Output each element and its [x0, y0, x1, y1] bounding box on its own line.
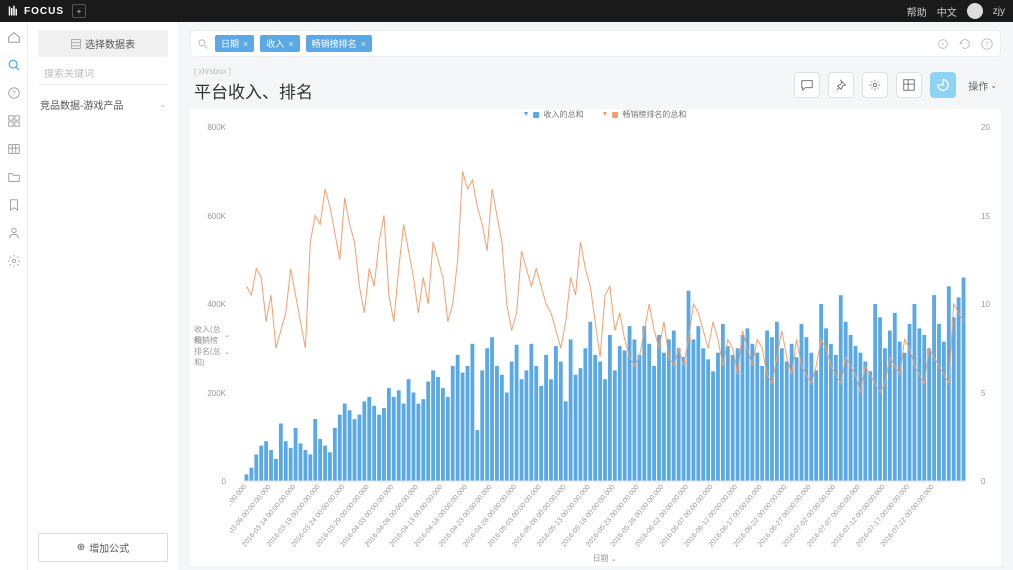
help-circle-icon[interactable]: ? — [980, 37, 994, 51]
chevron-down-icon: ⌄ — [990, 81, 997, 90]
y2-axis-label[interactable]: 畅销榜排名(总和) ⌄ — [194, 335, 230, 368]
chart-view-button[interactable] — [930, 72, 956, 98]
home-icon[interactable] — [7, 30, 21, 44]
chart-legend: ▼收入的总和 ▼畅销榜排名的总和 — [523, 109, 687, 120]
close-icon[interactable]: × — [361, 39, 366, 49]
select-datatable-button[interactable]: 选择数据表 — [38, 30, 168, 57]
nav-rail: ? — [0, 22, 28, 570]
y2-tick: 10 — [981, 300, 990, 309]
query-tag-revenue[interactable]: 收入× — [260, 35, 299, 52]
add-tab-icon[interactable]: + — [72, 4, 86, 18]
sidebar-search-input[interactable] — [44, 69, 176, 80]
help-link[interactable]: 帮助 — [907, 4, 927, 19]
close-icon[interactable]: × — [288, 39, 293, 49]
y1-tick: 800K — [207, 123, 226, 132]
brand-text: FOCUS — [24, 6, 64, 17]
svg-text:2016-07-22 00:00:00.000: 2016-07-22 00:00:00.000 — [880, 484, 936, 549]
dashboard-icon[interactable] — [7, 114, 21, 128]
query-bar: 日期× 收入× 畅销榜排名× ? — [190, 30, 1001, 57]
refresh-icon[interactable] — [958, 37, 972, 51]
add-formula-button[interactable]: ⊕ 增加公式 — [38, 533, 168, 562]
chart-svg: 2016-03-04 00:00:00.0002016-03-09 00:00:… — [230, 123, 970, 561]
folder-icon[interactable] — [7, 170, 21, 184]
target-icon[interactable] — [936, 37, 950, 51]
svg-text:?: ? — [12, 91, 16, 98]
avatar[interactable] — [967, 3, 983, 19]
main-content: 日期× 收入× 畅销榜排名× ? [ xhrsbox ] 平台收入、排名 操作⌄ — [178, 22, 1013, 570]
lang-link[interactable]: 中文 — [937, 4, 957, 19]
plot-area: ▼收入的总和 ▼畅销榜排名的总和 2016-03-04 00:00:00.000… — [230, 109, 979, 566]
help-icon[interactable]: ? — [7, 86, 21, 100]
grid-icon — [71, 39, 81, 49]
topbar: FOCUS + 帮助 中文 zjy — [0, 0, 1013, 22]
breadcrumb: [ xhrsbox ] — [194, 67, 313, 76]
settings-icon[interactable] — [7, 254, 21, 268]
svg-text:?: ? — [985, 41, 989, 48]
y2-tick: 0 — [981, 477, 985, 486]
legend-item-revenue[interactable]: ▼收入的总和 — [523, 109, 584, 120]
user-icon[interactable] — [7, 226, 21, 240]
y2-tick: 20 — [981, 123, 990, 132]
sidebar-dataset-item[interactable]: 竞品数据-游戏产品 ⌄ — [38, 93, 168, 116]
search-nav-icon[interactable] — [7, 58, 21, 72]
y2-axis: 0 5 10 15 20 — [979, 109, 1001, 566]
operations-dropdown[interactable]: 操作⌄ — [968, 78, 997, 93]
page-title: 平台收入、排名 — [194, 78, 313, 103]
logo-icon — [8, 5, 20, 17]
add-formula-label: 增加公式 — [89, 540, 129, 555]
select-datatable-label: 选择数据表 — [85, 36, 135, 51]
y1-tick: 400K — [207, 300, 226, 309]
chevron-down-icon: ⌄ — [159, 100, 166, 109]
legend-swatch-icon — [534, 112, 540, 118]
pin-button[interactable] — [828, 72, 854, 98]
x-axis-label[interactable]: 日期 ⌄ — [593, 553, 617, 564]
title-row: [ xhrsbox ] 平台收入、排名 操作⌄ — [190, 67, 1001, 103]
plus-circle-icon: ⊕ — [77, 542, 85, 553]
sidebar-dataset-label: 竞品数据-游戏产品 — [40, 97, 123, 112]
legend-swatch-icon — [612, 112, 618, 118]
table-icon[interactable] — [7, 142, 21, 156]
close-icon[interactable]: × — [243, 39, 248, 49]
sidebar-search[interactable] — [38, 65, 168, 85]
y1-tick: 0 — [222, 477, 226, 486]
query-tag-rank[interactable]: 畅销榜排名× — [306, 35, 372, 52]
chart-container: 收入(总和) ⌄ 畅销榜排名(总和) ⌄ 0200K400K600K800K ▼… — [190, 109, 1001, 566]
query-tag-date[interactable]: 日期× — [215, 35, 254, 52]
config-button[interactable] — [862, 72, 888, 98]
table-view-button[interactable] — [896, 72, 922, 98]
comment-button[interactable] — [794, 72, 820, 98]
query-search-icon[interactable] — [197, 38, 209, 50]
sidebar: 选择数据表 竞品数据-游戏产品 ⌄ ⊕ 增加公式 — [28, 22, 178, 570]
y1-tick: 600K — [207, 212, 226, 221]
y1-axis: 收入(总和) ⌄ 畅销榜排名(总和) ⌄ 0200K400K600K800K — [190, 109, 230, 566]
legend-item-rank[interactable]: ▼畅销榜排名的总和 — [602, 109, 687, 120]
y2-tick: 15 — [981, 212, 990, 221]
bookmark-icon[interactable] — [7, 198, 21, 212]
brand-logo[interactable]: FOCUS — [8, 5, 64, 17]
y2-tick: 5 — [981, 389, 985, 398]
y1-tick: 200K — [207, 389, 226, 398]
username: zjy — [993, 6, 1005, 17]
